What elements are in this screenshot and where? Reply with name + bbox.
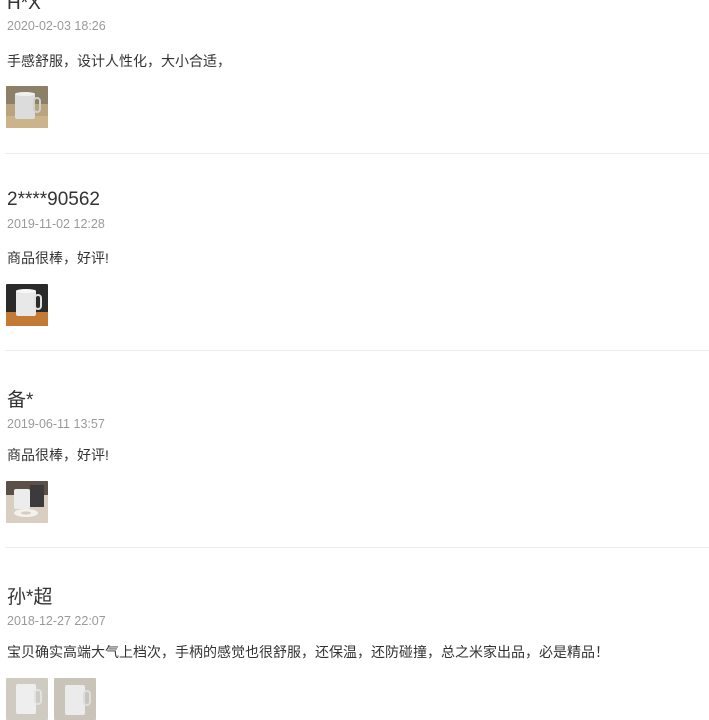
review-username: 2****90562	[7, 189, 100, 210]
review-divider	[5, 350, 709, 351]
review-text: 商品很棒，好评!	[7, 447, 109, 463]
review-date: 2019-06-11 13:57	[7, 417, 105, 431]
review-photos	[6, 86, 48, 128]
review-photos	[6, 284, 48, 326]
review-username: 备*	[7, 390, 34, 411]
review-photos	[6, 678, 96, 720]
review-photo-thumbnail[interactable]	[6, 86, 48, 128]
review-username: 孙*超	[7, 587, 53, 608]
review-text: 手感舒服，设计人性化，大小合适，	[7, 53, 231, 69]
review-date: 2018-12-27 22:07	[7, 614, 106, 628]
review-photos	[6, 481, 48, 523]
review-date: 2020-02-03 18:26	[7, 19, 106, 33]
review-photo-thumbnail[interactable]	[54, 678, 96, 720]
review-text: 商品很棒，好评!	[7, 250, 109, 266]
review-photo-thumbnail[interactable]	[6, 678, 48, 720]
review-photo-thumbnail[interactable]	[6, 481, 48, 523]
review-divider	[5, 153, 709, 154]
review-divider	[5, 547, 709, 548]
review-photo-thumbnail[interactable]	[6, 284, 48, 326]
review-username: H*X	[7, 0, 41, 14]
review-date: 2019-11-02 12:28	[7, 217, 105, 231]
review-text: 宝贝确实高端大气上档次，手柄的感觉也很舒服，还保温，还防碰撞，总之米家出品，必是…	[7, 644, 609, 660]
